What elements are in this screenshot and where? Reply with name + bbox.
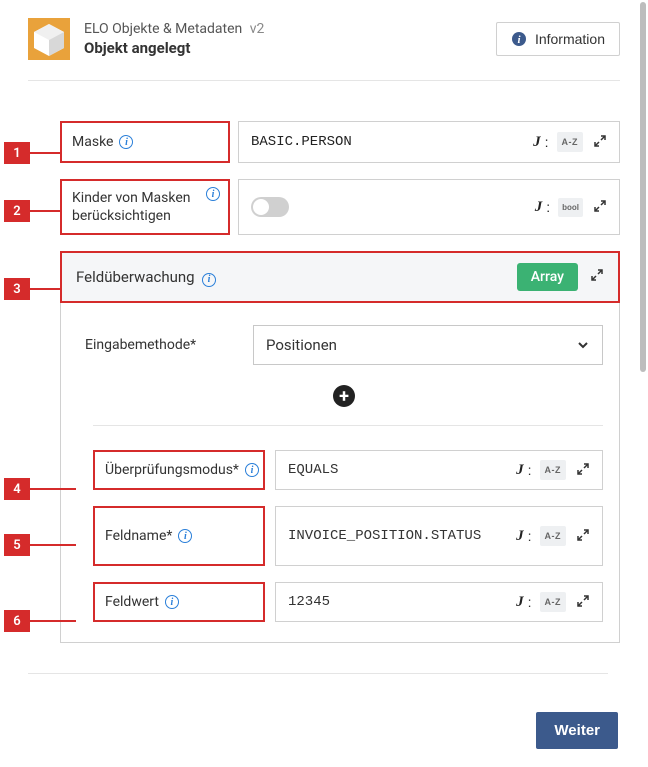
app-subtitle: Objekt angelegt: [84, 39, 482, 57]
modus-label-text: Überprüfungsmodus*: [105, 462, 239, 478]
expand-icon[interactable]: [589, 197, 611, 218]
chevron-down-icon: [576, 338, 590, 352]
footer-divider: [28, 673, 608, 674]
j-icon: J: [516, 528, 524, 545]
feldname-value: INVOICE_POSITION.STATUS: [288, 516, 516, 557]
modus-label: Überprüfungsmodus* i: [93, 450, 265, 490]
app-title-line: ELO Objekte & Metadaten v2: [84, 21, 482, 37]
feldwert-value-box[interactable]: 12345 J: A-Z: [275, 582, 603, 622]
next-button[interactable]: Weiter: [536, 712, 618, 749]
feldname-label: Feldname* i: [93, 506, 265, 566]
main-panel: ELO Objekte & Metadaten v2 Objekt angele…: [0, 0, 648, 643]
maske-value-box[interactable]: BASIC.PERSON J: A-Z: [238, 121, 620, 163]
add-button[interactable]: +: [333, 385, 355, 407]
field-row-maske: Maske i BASIC.PERSON J: A-Z: [60, 121, 620, 163]
expand-icon[interactable]: [586, 266, 608, 288]
j-icon: J: [516, 462, 524, 479]
field-row-modus: Überprüfungsmodus* i EQUALS J: A-Z: [85, 450, 603, 490]
info-icon[interactable]: i: [119, 135, 133, 149]
eingabe-select[interactable]: Positionen: [253, 325, 603, 365]
type-badge-bool: bool: [558, 198, 583, 217]
info-icon[interactable]: i: [245, 463, 259, 477]
info-icon[interactable]: i: [178, 529, 192, 543]
maske-value: BASIC.PERSON: [251, 126, 533, 158]
expand-icon[interactable]: [589, 132, 611, 153]
field-row-feldname: Feldname* i INVOICE_POSITION.STATUS J: A…: [85, 506, 603, 566]
type-badge-az: A-Z: [540, 526, 567, 546]
kinder-value-box: J: bool: [238, 179, 620, 235]
info-icon: i: [511, 31, 527, 47]
feldname-label-text: Feldname*: [105, 528, 172, 544]
type-badge-az: A-Z: [540, 592, 567, 612]
feldwert-label: Feldwert i: [93, 582, 265, 622]
info-icon[interactable]: i: [206, 187, 220, 201]
info-icon[interactable]: i: [202, 273, 216, 287]
eingabe-row: Eingabemethode* Positionen: [85, 325, 603, 365]
info-button-label: Information: [535, 31, 605, 47]
expand-icon[interactable]: [572, 526, 594, 547]
modus-value: EQUALS: [288, 454, 516, 486]
j-icon: J: [533, 134, 541, 151]
type-badge-az: A-Z: [557, 132, 584, 152]
maske-label: Maske i: [60, 121, 230, 163]
feldname-value-box[interactable]: INVOICE_POSITION.STATUS J: A-Z: [275, 506, 603, 566]
app-logo: [28, 18, 70, 60]
field-row-kinder: Kinder von Masken berücksichtigen i J: b…: [60, 179, 620, 235]
expand-icon[interactable]: [572, 592, 594, 613]
j-icon: J: [535, 199, 543, 216]
eingabe-value: Positionen: [266, 336, 337, 354]
info-icon[interactable]: i: [165, 595, 179, 609]
modus-value-box[interactable]: EQUALS J: A-Z: [275, 450, 603, 490]
type-badge-az: A-Z: [540, 460, 567, 480]
field-row-feldwert: Feldwert i 12345 J: A-Z: [85, 582, 603, 622]
feldueberwachung-body: Eingabemethode* Positionen + Überprüfung…: [60, 303, 620, 643]
array-badge: Array: [517, 263, 578, 291]
inner-divider: [93, 425, 603, 426]
kinder-label-text: Kinder von Masken berücksichtigen: [72, 189, 218, 225]
app-version: v2: [250, 21, 265, 37]
j-icon: J: [516, 594, 524, 611]
app-title: ELO Objekte & Metadaten: [84, 21, 242, 37]
eingabe-label: Eingabemethode*: [85, 337, 253, 353]
kinder-label: Kinder von Masken berücksichtigen i: [60, 179, 230, 235]
expand-icon[interactable]: [572, 460, 594, 481]
information-button[interactable]: i Information: [496, 22, 620, 56]
feldueberwachung-title: Feldüberwachung i: [76, 268, 509, 287]
maske-label-text: Maske: [72, 134, 113, 150]
feldwert-value: 12345: [288, 586, 516, 618]
scrollbar[interactable]: [640, 2, 646, 372]
kinder-toggle[interactable]: [251, 197, 289, 217]
header: ELO Objekte & Metadaten v2 Objekt angele…: [28, 18, 620, 60]
feldueberwachung-header[interactable]: Feldüberwachung i Array: [60, 251, 620, 303]
feldwert-label-text: Feldwert: [105, 594, 159, 610]
header-divider: [28, 80, 620, 81]
